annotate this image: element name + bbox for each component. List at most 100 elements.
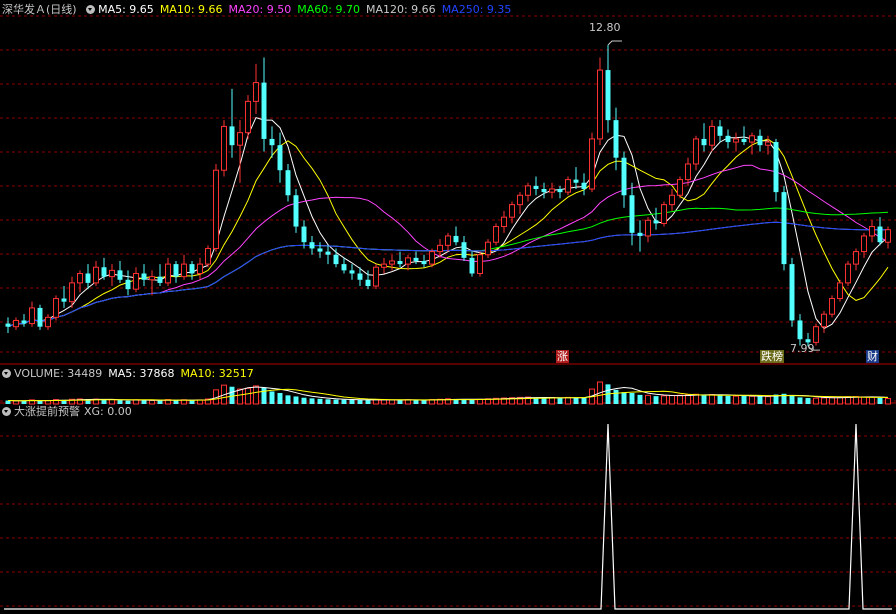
volume-label: VOLUME: 34489 [14, 367, 103, 380]
candle-body-down [773, 142, 779, 193]
volume-bar-up [733, 395, 739, 405]
ma10-label: MA10: 9.66 [159, 3, 223, 16]
candle-body-down [557, 189, 563, 193]
volume-bar-down [725, 395, 731, 404]
candle-body-up [861, 235, 867, 253]
volume-bar-up [149, 399, 155, 405]
signal-tag-drop-list[interactable]: 跌榜 [760, 350, 784, 363]
candle-body-up [589, 138, 595, 190]
high-price-pointer [607, 40, 622, 46]
volume-bar-down [189, 400, 195, 404]
candle-body-up [813, 326, 819, 343]
candle-body-down [325, 251, 331, 255]
candle-body-up [525, 185, 531, 196]
volume-bar-up [549, 397, 555, 405]
candle-body-up [685, 163, 691, 181]
candle-body-down [533, 185, 539, 189]
candle-body-down [5, 323, 11, 327]
signal-tag-finance[interactable]: 财 [866, 350, 879, 363]
candle-body-down [341, 264, 347, 271]
candle-body-down [637, 232, 643, 236]
volume-bar-down [461, 399, 467, 404]
candle-body-up [133, 273, 139, 290]
candle-body-down [261, 82, 267, 139]
moving-average-lines [7, 116, 889, 330]
volume-ma5-label: MA5: 37868 [108, 367, 175, 380]
candle-body-up [213, 169, 219, 249]
volume-bar-down [101, 399, 107, 404]
signal-tag-rise[interactable]: 涨 [556, 350, 569, 363]
candle-body-down [293, 195, 299, 227]
volume-bar-down [365, 400, 371, 404]
candle-body-down [333, 254, 339, 265]
volume-bar-down [757, 396, 763, 404]
volume-bar-up [821, 397, 827, 405]
candle-body-down [37, 307, 43, 327]
period-label[interactable]: (日线) [46, 3, 77, 16]
candle-body-up [389, 260, 395, 265]
candle-body-up [853, 251, 859, 265]
volume-bar-down [349, 399, 355, 404]
volume-bar-down [261, 387, 267, 404]
indicator-panel-dropdown-icon[interactable] [2, 407, 11, 416]
indicator-dropdown-icon[interactable] [86, 5, 96, 14]
candle-body-up [437, 244, 443, 253]
candle-body-down [157, 276, 163, 283]
volume-bar-up [645, 394, 651, 405]
candle-body-up [373, 266, 379, 287]
volume-bar-up [669, 395, 675, 405]
candle-body-up [477, 254, 483, 275]
volume-bar-up [765, 396, 771, 405]
indicator-panel-header: 大涨提前预警 XG: 0.00 [2, 405, 138, 419]
volume-bar-up [749, 395, 755, 405]
volume-bar-down [637, 394, 643, 404]
candle-body-down [125, 279, 131, 290]
candle-body-up [677, 179, 683, 196]
volume-bar-up [237, 388, 243, 405]
volume-bar-down [469, 399, 475, 404]
volume-bar-down [397, 400, 403, 404]
candle-body-up [509, 204, 515, 218]
volume-bar-down [573, 397, 579, 404]
volume-bar-down [5, 400, 11, 404]
volume-bar-down [629, 393, 635, 404]
candle-body-down [309, 242, 315, 249]
volume-dropdown-icon[interactable] [2, 369, 11, 378]
volume-ma10-label: MA10: 32517 [180, 367, 254, 380]
indicator-title: 大涨提前预警 [14, 405, 80, 418]
candle-body-up [885, 229, 891, 243]
ma60-line [7, 207, 889, 328]
volume-bar-down [309, 398, 315, 404]
ma250-label: MA250: 9.35 [441, 3, 512, 16]
candle-body-up [429, 251, 435, 265]
low-price-label: 7.99 [790, 342, 815, 355]
candle-body-up [869, 226, 875, 237]
volume-bar-down [285, 395, 291, 404]
candle-body-up [733, 138, 739, 143]
candle-body-up [13, 319, 19, 328]
volume-bar-down [37, 401, 43, 404]
candle-body-down [573, 179, 579, 183]
volume-bar-down [421, 400, 427, 404]
volume-bar-down [157, 400, 163, 404]
candle-body-up [149, 276, 155, 281]
candle-body-down [605, 70, 611, 121]
volume-bar-down [877, 397, 883, 404]
candle-body-down [421, 260, 427, 265]
ma20-label: MA20: 9.50 [228, 3, 292, 16]
candle-body-down [189, 264, 195, 274]
volume-bar-down [173, 400, 179, 404]
high-price-label: 12.80 [589, 21, 621, 34]
candle-body-down [741, 138, 747, 143]
candle-body-up [253, 82, 259, 102]
candle-body-up [237, 132, 243, 146]
ma5-label: MA5: 9.65 [98, 3, 154, 16]
volume-bar-down [301, 397, 307, 404]
volume-bar-down [413, 399, 419, 404]
stock-name[interactable]: 深华发Ａ [2, 3, 46, 16]
volume-bars [5, 381, 891, 405]
volume-bar-down [317, 398, 323, 404]
volume-bar-down [797, 397, 803, 404]
volume-bar-down [653, 396, 659, 404]
chart-canvas [0, 15, 896, 610]
